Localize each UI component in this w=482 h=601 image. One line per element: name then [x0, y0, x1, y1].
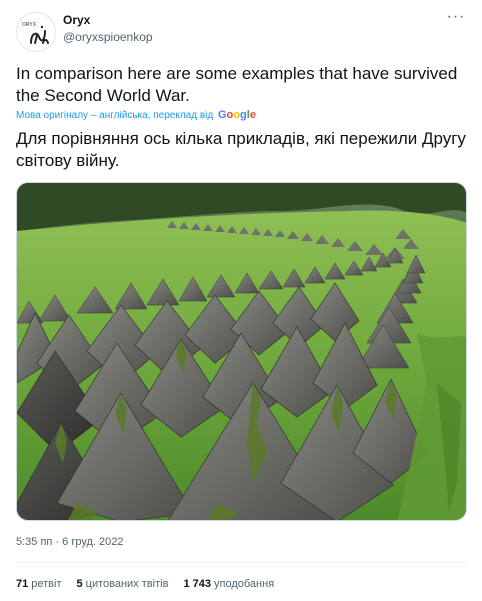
google-logo: Google [217, 109, 256, 121]
quotes-count: 5 [76, 578, 83, 590]
avatar[interactable]: ORYX [16, 12, 56, 52]
author-handle[interactable]: @oryxspioenkop [63, 30, 153, 44]
divider [16, 562, 467, 563]
more-options-button[interactable]: ··· [446, 9, 466, 30]
oryx-logo-icon: ORYX [22, 22, 49, 44]
retweets-count: 71 [16, 578, 29, 590]
likes-stat[interactable]: 1 743 уподобання [183, 578, 274, 590]
tweet-stats: 71 ретвіт 5 цитованих твітів 1 743 уподобан… [16, 578, 286, 590]
tweet-card: ORYX Oryx @oryxspioenkop ··· In comparis… [0, 0, 482, 601]
translation-note[interactable]: Мова оригіналу – англійська, переклад ві… [16, 109, 256, 121]
retweets-label: ретвіт [31, 578, 62, 590]
dragon-teeth-photo [17, 183, 466, 520]
author-name[interactable]: Oryx [63, 13, 90, 27]
likes-label: уподобання [214, 578, 275, 590]
retweets-stat[interactable]: 71 ретвіт [16, 578, 61, 590]
ellipsis-icon: ··· [446, 8, 466, 25]
quotes-stat[interactable]: 5 цитованих твітів [77, 578, 169, 590]
translation-note-text: Мова оригіналу – англійська, переклад ві… [16, 110, 214, 121]
tweet-photo[interactable] [16, 182, 467, 521]
tweet-header: ORYX Oryx @oryxspioenkop ··· [16, 9, 466, 52]
quotes-label: цитованих твітів [85, 578, 169, 590]
svg-text:ORYX: ORYX [22, 22, 37, 28]
tweet-text-original: In comparison here are some examples tha… [16, 64, 458, 105]
tweet-text-translated: Для порівняння ось кілька прикладів, які… [16, 129, 466, 170]
tweet-timestamp[interactable]: 5:35 пп · 6 груд. 2022 [16, 536, 123, 548]
likes-count: 1 743 [183, 578, 212, 590]
